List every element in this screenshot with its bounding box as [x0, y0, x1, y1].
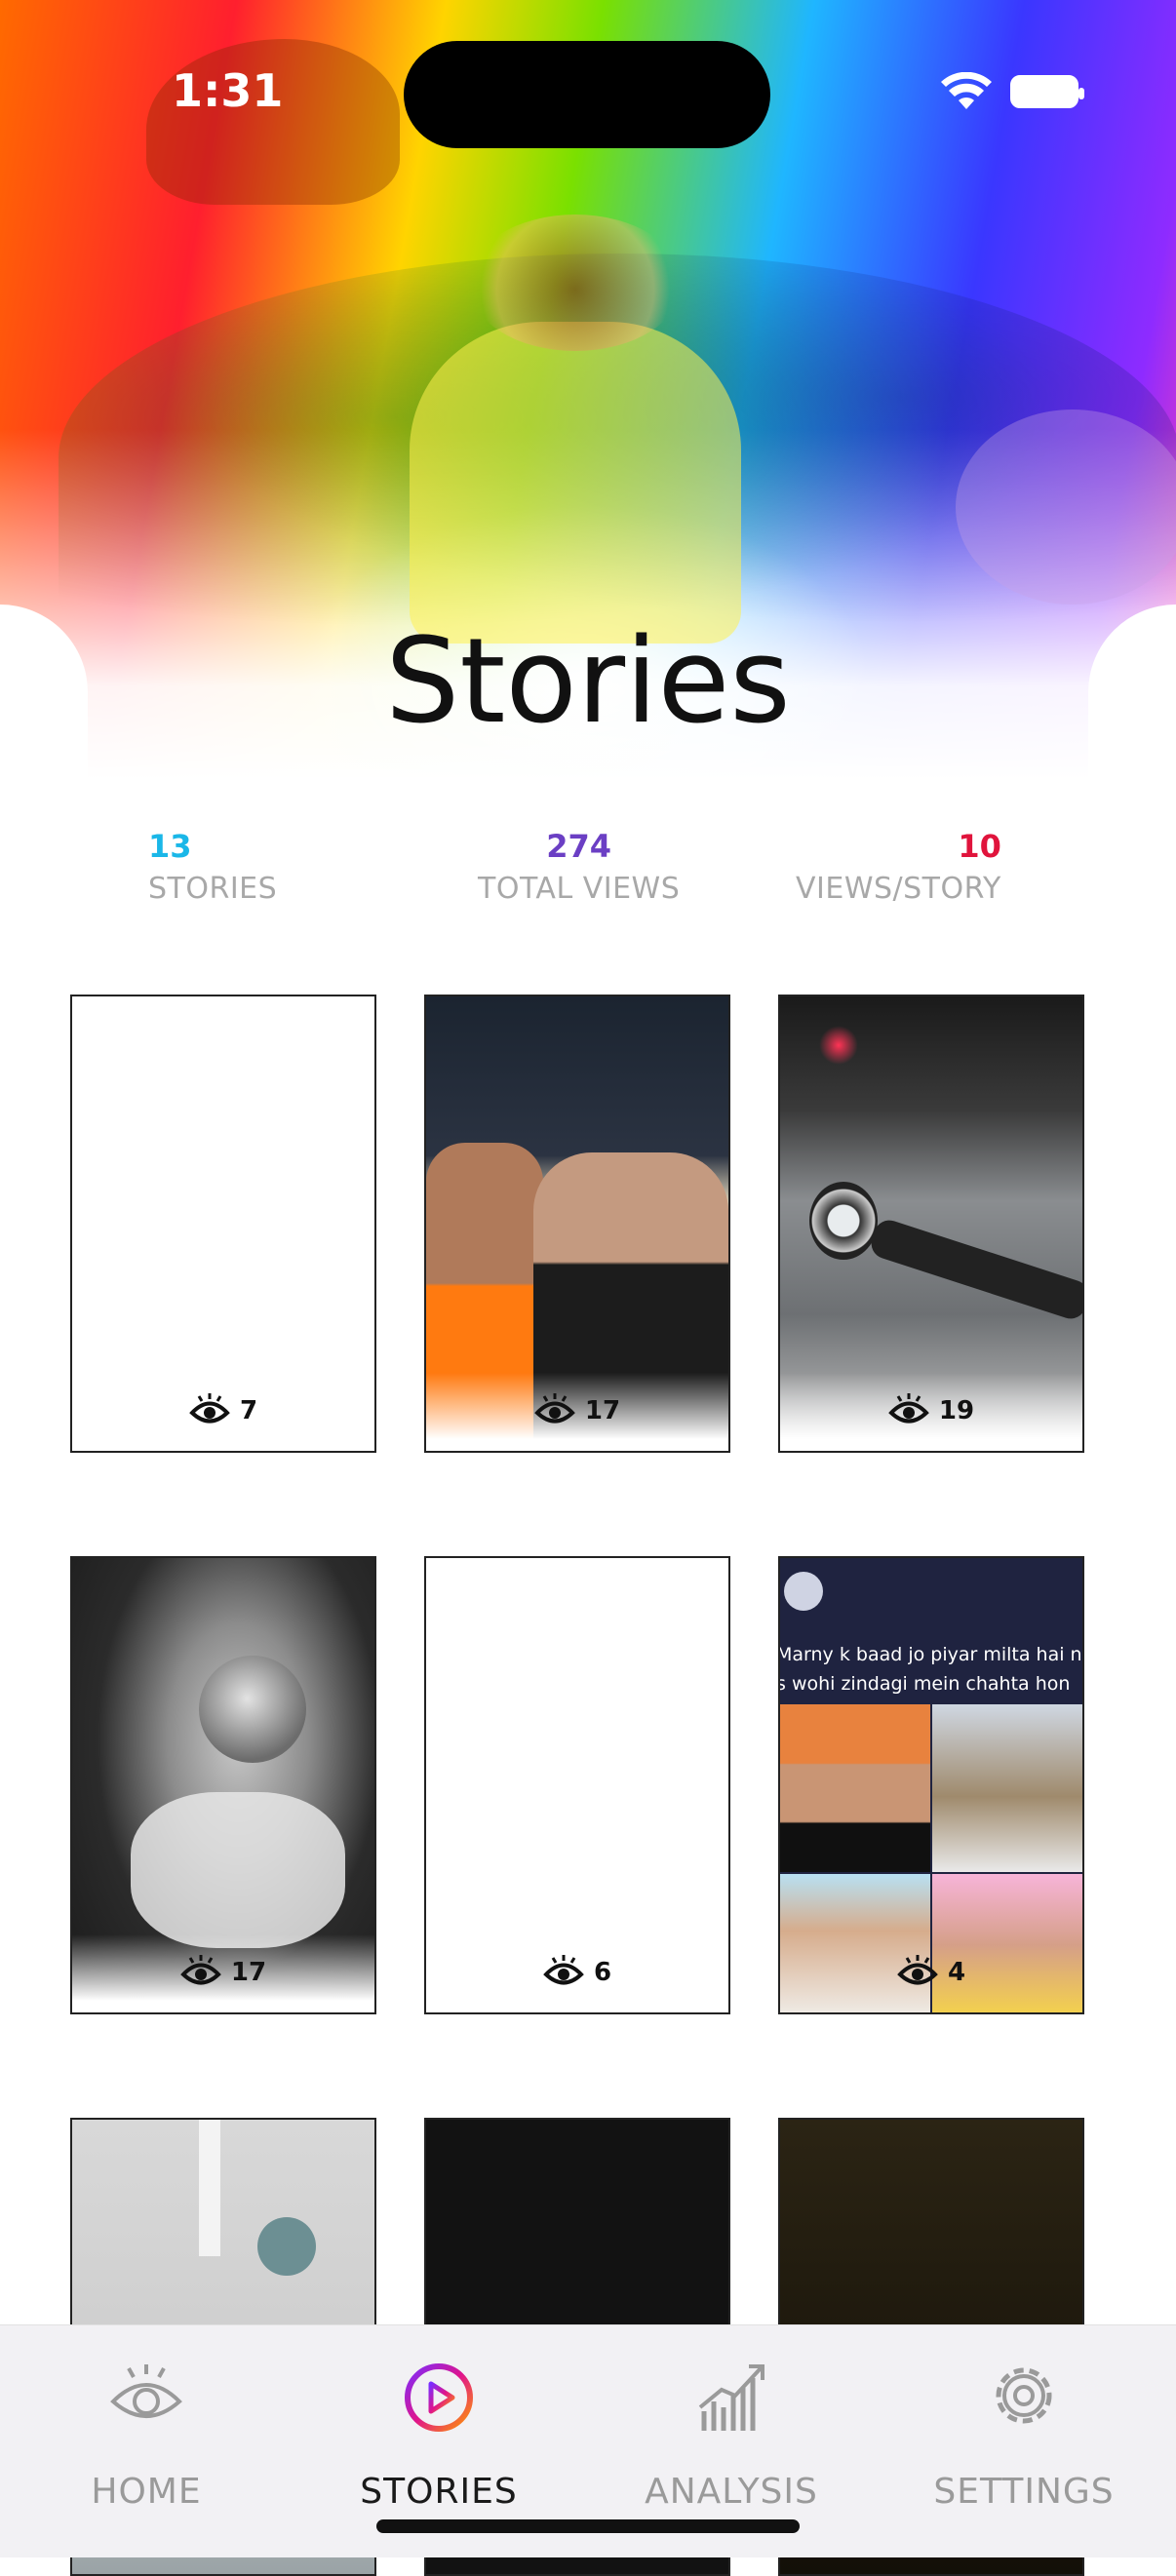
dynamic-island — [404, 41, 770, 148]
hero-person-hat — [468, 215, 683, 351]
stat-views-per-story-value: 10 — [958, 828, 1001, 865]
story-views: 17 — [72, 1952, 374, 1993]
story-tile[interactable]: 19 — [778, 995, 1084, 1453]
story-tile[interactable]: 6 — [424, 1556, 730, 2014]
eye-icon — [180, 1955, 221, 1985]
stat-total-views: 274 TOTAL VIEWS — [478, 827, 680, 909]
stat-stories-value: 13 — [148, 828, 192, 865]
story-thumbnail — [426, 1558, 728, 2012]
avatar — [784, 1572, 823, 1611]
bar-chart-icon — [698, 2364, 764, 2431]
story-tile[interactable]: Marny k baad jo piyar milta hai n s wohi… — [778, 1556, 1084, 2014]
story-tile[interactable]: 17 — [70, 1556, 376, 2014]
gear-icon — [996, 2367, 1052, 2424]
tab-stories-label: STORIES — [360, 2472, 518, 2512]
tab-analysis-label: ANALYSIS — [645, 2472, 818, 2512]
story-view-count: 17 — [230, 1958, 267, 1987]
story-tile[interactable]: 7 — [70, 995, 376, 1453]
stat-views-per-story: 10 VIEWS/STORY — [796, 827, 1001, 909]
story-view-count: 17 — [584, 1396, 621, 1425]
story-views: 7 — [72, 1390, 374, 1431]
eye-icon — [888, 1393, 929, 1424]
tab-stories[interactable]: STORIES — [293, 2325, 585, 2520]
battery-icon — [1010, 75, 1084, 108]
story-views: 6 — [426, 1952, 728, 1993]
story-view-count: 7 — [239, 1396, 258, 1425]
eye-icon — [543, 1955, 584, 1985]
story-views: 19 — [780, 1390, 1082, 1431]
story-tile[interactable]: 17 — [424, 995, 730, 1453]
story-thumbnail — [72, 996, 374, 1451]
stat-total-views-value: 274 — [546, 828, 612, 865]
eye-icon — [189, 1393, 230, 1424]
story-caption: Marny k baad jo piyar milta hai n s wohi… — [778, 1644, 1082, 1695]
tab-analysis[interactable]: ANALYSIS — [585, 2325, 878, 2520]
story-views: 17 — [426, 1390, 728, 1431]
home-indicator — [376, 2519, 800, 2533]
stat-views-per-story-label: VIEWS/STORY — [796, 872, 1001, 906]
eye-icon — [897, 1955, 938, 1985]
story-thumbnail: Marny k baad jo piyar milta hai n s wohi… — [780, 1558, 1082, 2012]
stat-total-views-label: TOTAL VIEWS — [478, 872, 681, 906]
stat-stories: 13 STORIES — [148, 827, 277, 909]
tab-settings[interactable]: SETTINGS — [878, 2325, 1170, 2520]
story-view-count: 4 — [947, 1958, 966, 1987]
status-icons — [940, 72, 1084, 111]
stat-stories-label: STORIES — [148, 872, 278, 906]
eye-icon — [534, 1393, 575, 1424]
tab-home-label: HOME — [91, 2472, 202, 2512]
tab-settings-label: SETTINGS — [933, 2472, 1115, 2512]
page-title: Stories — [385, 614, 791, 750]
story-view-count: 6 — [593, 1958, 612, 1987]
wifi-icon — [941, 72, 992, 109]
stories-play-icon — [405, 2363, 473, 2432]
status-time: 1:31 — [172, 64, 284, 117]
tab-home[interactable]: HOME — [0, 2325, 293, 2520]
hero-person-dress — [410, 322, 741, 644]
story-view-count: 19 — [938, 1396, 975, 1425]
eye-icon — [110, 2364, 182, 2418]
hero-rock — [956, 410, 1176, 605]
story-views: 4 — [780, 1952, 1082, 1993]
